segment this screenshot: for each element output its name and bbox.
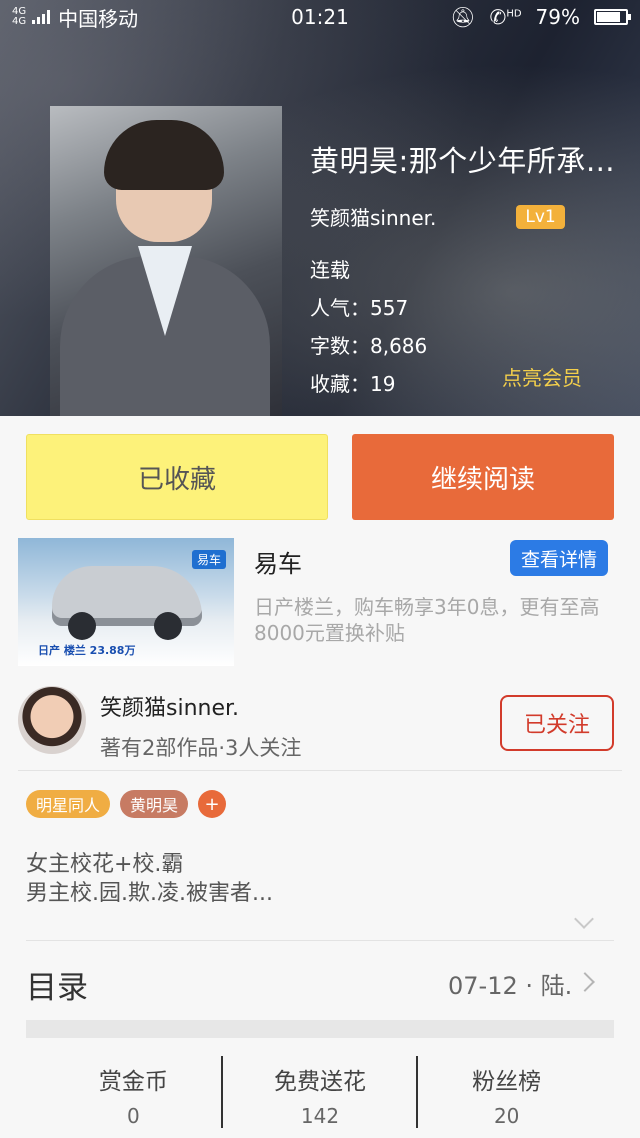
section-separator	[26, 1020, 614, 1038]
ad-image-caption: 日产 楼兰 23.88万	[38, 644, 136, 657]
battery-percent: 79%	[535, 5, 580, 29]
network-type-2: 4G	[12, 16, 27, 27]
chevron-right-icon[interactable]	[575, 972, 595, 992]
carrier-name: 中国移动	[58, 6, 139, 31]
ad-title[interactable]: 易车	[254, 544, 302, 579]
signal-icon	[32, 10, 51, 24]
ad-detail-button[interactable]: 查看详情	[510, 540, 608, 576]
author-subtitle: 著有2部作品·3人关注	[100, 736, 302, 760]
mute-icon: 🔕︎	[450, 5, 476, 29]
continue-reading-button[interactable]: 继续阅读	[352, 434, 614, 520]
stats-bar: 赏金币 0 免费送花 142 粉丝榜 20	[40, 1056, 600, 1128]
divider	[221, 1056, 223, 1128]
book-info: 黄明昊:那个少年所承… 笑颜猫sinner. Lv1 连载 人气：557 字数：…	[310, 138, 630, 403]
tag-item[interactable]: 明星同人	[26, 790, 111, 818]
follow-button[interactable]: 已关注	[500, 695, 614, 751]
popularity-stat: 人气：557	[310, 296, 409, 320]
favorites-stat: 收藏：19	[310, 372, 396, 396]
vip-link[interactable]: 点亮会员	[502, 362, 582, 391]
tag-item[interactable]: 黄明昊	[120, 790, 189, 818]
divider	[18, 770, 622, 771]
battery-icon	[594, 9, 631, 25]
book-cover-image[interactable]	[50, 106, 282, 416]
intro-line: 女主校花+校.霸	[26, 852, 184, 877]
clock: 01:21	[291, 5, 349, 29]
status-bar: 4G 4G 中国移动 01:21 🔕︎ ✆HD 79%	[0, 0, 640, 34]
book-status: 连载	[310, 258, 350, 282]
author-name[interactable]: 笑颜猫sinner.	[100, 690, 239, 722]
tag-list: 明星同人 黄明昊 +	[26, 790, 227, 818]
stat-fans[interactable]: 粉丝榜 20	[413, 1056, 600, 1128]
collected-button[interactable]: 已收藏	[26, 434, 328, 520]
divider	[26, 940, 614, 941]
call-hd-icon: ✆HD	[489, 5, 522, 29]
book-intro[interactable]: 女主校花+校.霸 男主校.园.欺.凌.被害者...	[26, 850, 606, 908]
network-indicator: 4G 4G	[12, 7, 26, 27]
catalog-label[interactable]: 目录	[26, 962, 88, 1007]
book-author[interactable]: 笑颜猫sinner.	[310, 202, 436, 231]
level-badge: Lv1	[516, 204, 565, 229]
intro-line: 男主校.园.欺.凌.被害者...	[26, 881, 273, 906]
chevron-down-icon[interactable]	[574, 909, 594, 929]
add-tag-button[interactable]: +	[198, 790, 227, 818]
book-title: 黄明昊:那个少年所承…	[310, 144, 616, 178]
stat-coins[interactable]: 赏金币 0	[40, 1056, 227, 1128]
ad-brand-badge: 易车	[191, 550, 226, 569]
ad-description[interactable]: 日产楼兰，购车畅享3年0息，更有至高8000元置换补贴	[254, 594, 614, 646]
word-count-stat: 字数：8,686	[310, 334, 428, 358]
divider	[416, 1056, 418, 1128]
latest-chapter[interactable]: 07-12 · 陆.	[448, 966, 572, 1001]
stat-flowers[interactable]: 免费送花 142	[227, 1056, 414, 1128]
ad-image[interactable]: 易车 日产 楼兰 23.88万	[18, 538, 234, 666]
author-avatar[interactable]	[18, 686, 86, 754]
